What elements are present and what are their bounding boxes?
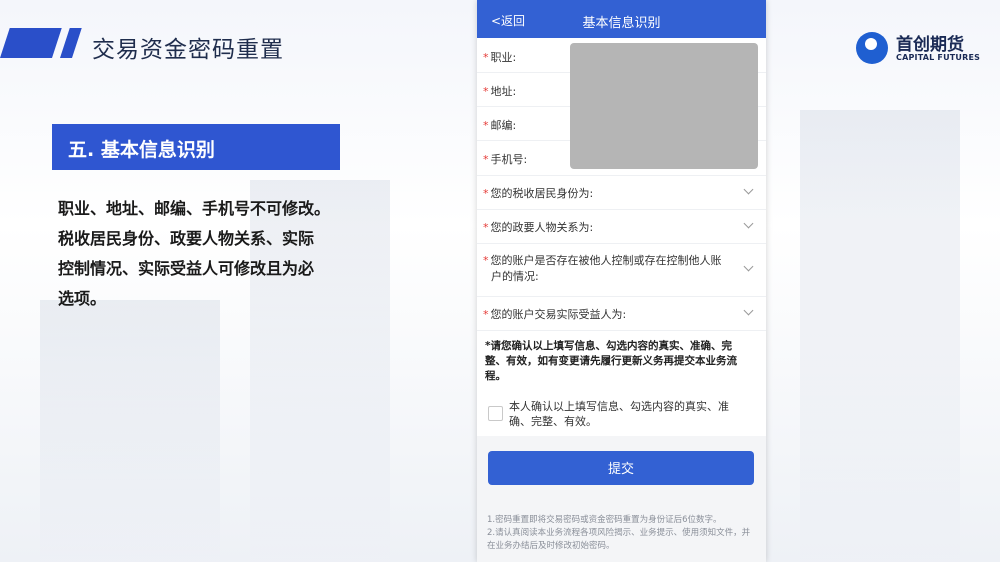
select-account-control[interactable]: * 您的账户是否存在被他人控制或存在控制他人账 户的情况: [477,243,766,297]
select-label-line: 您的账户是否存在被他人控制或存在控制他人账 [490,254,722,267]
notice-line: 程。 [485,370,506,382]
submit-button[interactable]: 提交 [488,451,754,485]
required-mark: * [483,119,489,132]
select-label: 您的政要人物关系为: [490,221,594,234]
description-line: 控制情况、实际受益人可修改且为必 [58,259,315,278]
required-mark: * [483,308,489,321]
building-silhouette [800,110,960,562]
notice-line: 整、有效，如有变更请先履行更新义务再提交本业务流 [485,355,737,367]
building-silhouette [40,300,220,562]
field-label: 邮编: [490,119,517,132]
confirm-line: 本人确认以上填写信息、勾选内容的真实、准 [509,400,729,413]
field-label: 地址: [490,85,517,98]
slide-title: 交易资金密码重置 [92,37,284,63]
tips: 1.密码重置即将交易密码或资金密码重置为身份证后6位数字。 2.请认真阅读本业务… [487,514,759,553]
logo-name-en: CAPITAL FUTURES [896,53,981,62]
chevron-down-icon [743,184,754,195]
notice-line: *请您确认以上填写信息、勾选内容的真实、准确、完 [485,340,732,352]
logo-name-cn: 首创期货 [896,35,964,55]
chevron-down-icon [743,305,754,316]
tip-line: 1.密码重置即将交易密码或资金密码重置为身份证后6位数字。 [487,515,722,525]
required-mark: * [483,187,489,200]
description: 职业、地址、邮编、手机号不可修改。 税收居民身份、政要人物关系、实际 控制情况、… [58,194,348,314]
description-line: 选项。 [58,289,107,308]
select-politically-exposed[interactable]: * 您的政要人物关系为: [477,209,766,244]
required-mark: * [483,254,489,267]
select-label: 您的税收居民身份为: [490,187,594,200]
confirm-row: 本人确认以上填写信息、勾选内容的真实、准 确、完整、有效。 [477,394,766,434]
confirmation-notice: *请您确认以上填写信息、勾选内容的真实、准确、完 整、有效，如有变更请先履行更新… [485,339,757,384]
required-mark: * [483,153,489,166]
confirm-text: 本人确认以上填写信息、勾选内容的真实、准 确、完整、有效。 [509,399,729,429]
tip-line: 2.请认真阅读本业务流程各项风险揭示、业务提示、使用须知文件，并 [487,528,751,538]
description-line: 职业、地址、邮编、手机号不可修改。 [58,199,331,218]
company-logo: 首创期货 CAPITAL FUTURES [856,32,986,68]
field-label: 手机号: [490,153,528,166]
tip-line: 在业务办结后及时修改初始密码。 [487,541,615,551]
required-mark: * [483,51,489,64]
confirm-checkbox[interactable] [488,406,503,421]
nav-bar: <返回 基本信息识别 [477,0,766,38]
required-mark: * [483,85,489,98]
phone-screen: <返回 基本信息识别 * 职业: * 地址: * 邮编: * 手机号: * 您的税收居民身… [477,0,766,562]
confirm-line: 确、完整、有效。 [509,415,597,428]
select-label: 您的账户交易实际受益人为: [490,308,627,321]
field-label: 职业: [490,51,517,64]
chevron-down-icon [743,218,754,229]
chevron-down-icon [743,261,754,272]
nav-title: 基本信息识别 [582,16,661,31]
select-label-line: 户的情况: [491,270,539,283]
logo-mark-icon [856,32,888,64]
required-mark: * [483,221,489,234]
header-stripe [0,28,62,58]
select-tax-residency[interactable]: * 您的税收居民身份为: [477,175,766,210]
redacted-values [570,43,758,169]
select-beneficial-owner[interactable]: * 您的账户交易实际受益人为: [477,296,766,331]
section-heading-text: 五. 基本信息识别 [68,139,215,161]
description-line: 税收居民身份、政要人物关系、实际 [58,229,315,248]
section-heading: 五. 基本信息识别 [52,124,340,170]
